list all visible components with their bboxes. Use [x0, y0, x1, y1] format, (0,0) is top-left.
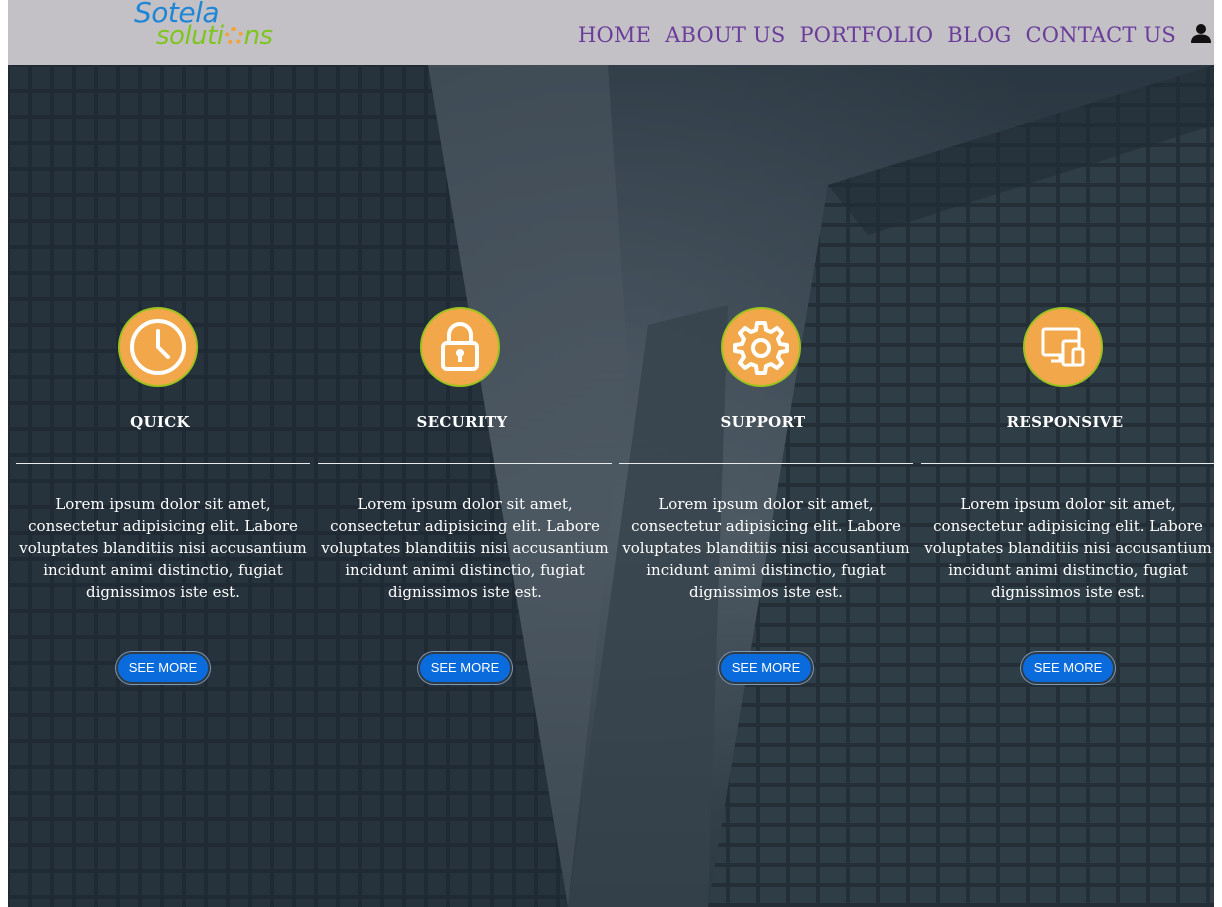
divider — [318, 463, 612, 464]
nav-blog[interactable]: BLOG — [947, 21, 1011, 51]
logo-gear-icon — [224, 27, 243, 45]
nav-home[interactable]: HOME — [578, 21, 651, 51]
nav-contact-us[interactable]: CONTACT US — [1025, 21, 1176, 51]
site-header: Sotela soluti ns HOME ABOUT US PORTFOLIO … — [8, 0, 1214, 65]
feature-responsive: RESPONSIVE Lorem ipsum dolor sit amet, c… — [917, 65, 1214, 907]
logo-text-solutions: soluti ns — [156, 21, 273, 51]
clock-icon — [118, 307, 198, 387]
feature-quick: QUICK Lorem ipsum dolor sit amet, consec… — [12, 65, 310, 907]
feature-description: Lorem ipsum dolor sit amet, consectetur … — [19, 495, 307, 601]
page: Sotela soluti ns HOME ABOUT US PORTFOLIO … — [8, 0, 1214, 907]
user-icon[interactable] — [1190, 22, 1212, 44]
features-row: QUICK Lorem ipsum dolor sit amet, consec… — [8, 65, 1214, 907]
see-more-button[interactable]: SEE MORE — [418, 652, 512, 684]
feature-title: SECURITY — [416, 413, 508, 431]
feature-description: Lorem ipsum dolor sit amet, consectetur … — [924, 495, 1212, 601]
feature-title: SUPPORT — [720, 413, 806, 431]
feature-support: SUPPORT Lorem ipsum dolor sit amet, cons… — [615, 65, 913, 907]
padlock-icon — [420, 307, 500, 387]
gear-icon — [721, 307, 801, 387]
logo-text-part-a: soluti — [156, 21, 224, 51]
logo-text-part-b: ns — [243, 21, 274, 51]
nav-portfolio[interactable]: PORTFOLIO — [799, 21, 933, 51]
hero-section: QUICK Lorem ipsum dolor sit amet, consec… — [8, 65, 1214, 907]
see-more-button[interactable]: SEE MORE — [719, 652, 813, 684]
devices-icon — [1023, 307, 1103, 387]
see-more-button[interactable]: SEE MORE — [1021, 652, 1115, 684]
main-nav: HOME ABOUT US PORTFOLIO BLOG CONTACT US — [578, 21, 1176, 51]
nav-about-us[interactable]: ABOUT US — [665, 21, 785, 51]
divider — [16, 463, 310, 464]
feature-title: RESPONSIVE — [1006, 413, 1124, 431]
feature-security: SECURITY Lorem ipsum dolor sit amet, con… — [314, 65, 612, 907]
divider — [921, 463, 1214, 464]
feature-title: QUICK — [130, 413, 190, 431]
feature-description: Lorem ipsum dolor sit amet, consectetur … — [321, 495, 609, 601]
logo[interactable]: Sotela soluti ns — [134, 0, 294, 52]
see-more-button[interactable]: SEE MORE — [116, 652, 210, 684]
divider — [619, 463, 913, 464]
feature-description: Lorem ipsum dolor sit amet, consectetur … — [622, 495, 910, 601]
